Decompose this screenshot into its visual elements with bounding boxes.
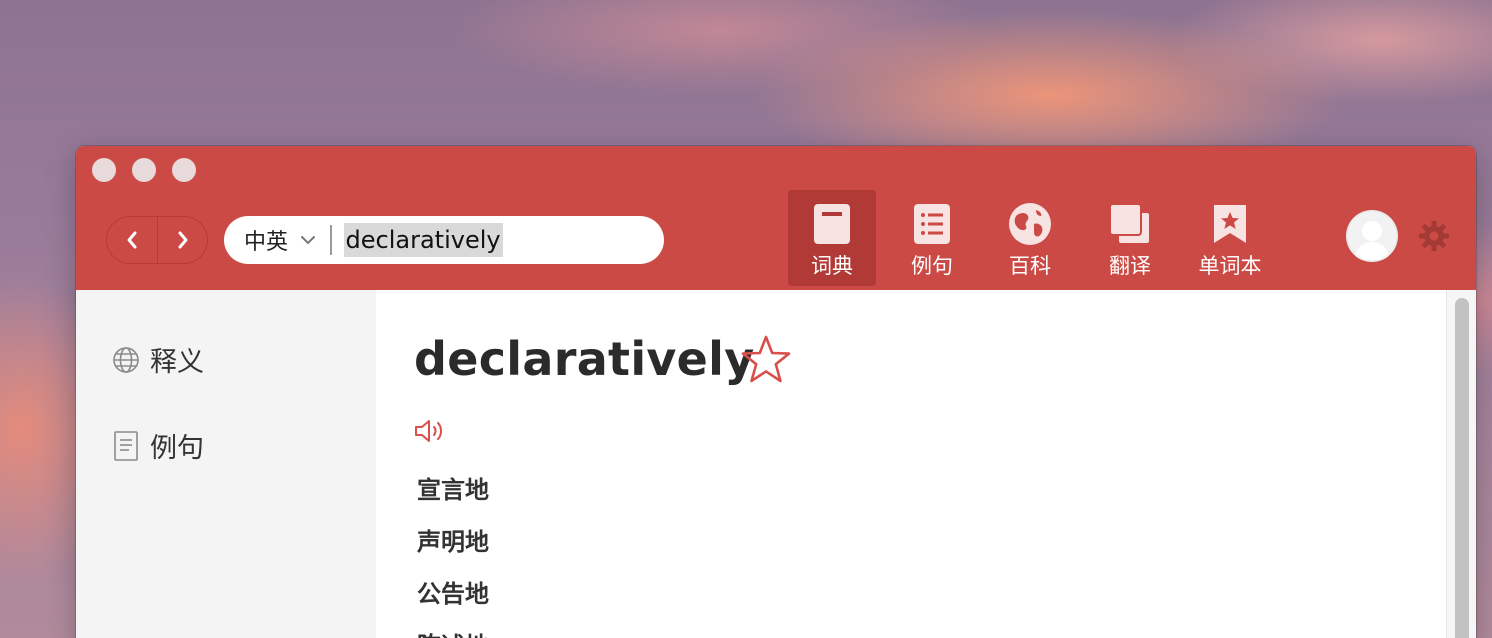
language-selector[interactable]: 中英 xyxy=(244,224,316,256)
tab-translate[interactable]: 翻译 xyxy=(1082,190,1178,286)
speaker-icon xyxy=(415,420,442,442)
meaning-item: 公告地 xyxy=(417,580,489,608)
scrollbar-thumb[interactable] xyxy=(1455,298,1469,638)
minimize-window-button[interactable] xyxy=(132,158,156,182)
avatar[interactable] xyxy=(1346,210,1398,262)
chevron-left-icon xyxy=(127,231,137,249)
divider xyxy=(330,225,332,255)
search-box: 中英 declaratively xyxy=(224,216,664,264)
close-window-button[interactable] xyxy=(92,158,116,182)
document-icon xyxy=(114,430,138,461)
language-selector-label: 中英 xyxy=(244,230,289,255)
user-icon xyxy=(1346,210,1398,262)
tab-label: 例句 xyxy=(911,254,953,278)
tab-label: 单词本 xyxy=(1198,254,1262,278)
toolbar: 中英 declaratively 词典 例句 百科 翻译 单词本 xyxy=(76,146,1476,290)
definition-panel: declaratively 宣言地 声明地 公告地 陈述地 xyxy=(376,290,1446,638)
add-to-wordbook-button[interactable] xyxy=(740,334,792,390)
settings-button[interactable] xyxy=(1418,220,1450,252)
meaning-item: 宣言地 xyxy=(417,476,489,504)
forward-button[interactable] xyxy=(157,217,207,263)
window-controls xyxy=(92,158,196,182)
chevron-right-icon xyxy=(178,231,187,249)
tab-encyclopedia[interactable]: 百科 xyxy=(984,190,1076,286)
meaning-item: 声明地 xyxy=(417,528,489,556)
search-input[interactable]: declaratively xyxy=(343,223,503,257)
sidebar: 释义 例句 xyxy=(76,290,376,638)
sidebar-item-examples[interactable]: 例句 xyxy=(112,426,204,465)
sidebar-item-definitions[interactable]: 释义 xyxy=(112,340,204,379)
back-button[interactable] xyxy=(107,217,157,263)
sidebar-item-label: 释义 xyxy=(150,347,204,378)
headword: declaratively xyxy=(414,332,755,386)
tab-label: 词典 xyxy=(811,254,853,278)
tab-wordbook[interactable]: 单词本 xyxy=(1182,190,1278,286)
tab-examples[interactable]: 例句 xyxy=(886,190,978,286)
zoom-window-button[interactable] xyxy=(172,158,196,182)
tab-label: 百科 xyxy=(1009,254,1051,278)
app-window: 中英 declaratively 词典 例句 百科 翻译 单词本 释义 例句 d… xyxy=(76,146,1476,638)
tab-label: 翻译 xyxy=(1109,254,1151,278)
scrollbar[interactable] xyxy=(1446,290,1476,638)
globe-icon xyxy=(1009,203,1051,245)
list-icon xyxy=(914,204,950,244)
sidebar-item-label: 例句 xyxy=(150,433,204,464)
translate-icon xyxy=(1109,203,1151,245)
bookmark-star-icon xyxy=(1214,205,1246,243)
book-icon xyxy=(814,204,850,244)
pronunciation-button[interactable] xyxy=(414,418,448,448)
history-nav xyxy=(106,216,208,264)
globe-outline-icon xyxy=(113,346,139,373)
star-outline-icon xyxy=(741,335,791,383)
chevron-down-icon xyxy=(301,236,316,245)
meaning-item: 陈述地 xyxy=(417,626,489,638)
tab-dictionary[interactable]: 词典 xyxy=(788,190,876,286)
gear-icon xyxy=(1419,221,1449,251)
